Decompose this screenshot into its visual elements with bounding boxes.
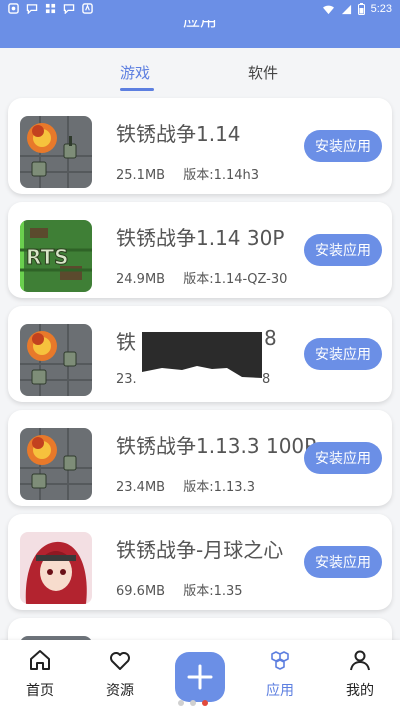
install-button[interactable]: 安装应用 (304, 546, 382, 578)
rusted-warfare-icon (20, 116, 92, 188)
app-name: 铁 (116, 330, 136, 354)
status-bar: 5:23 (0, 0, 400, 20)
list-item[interactable]: 铁锈战争1.14 25.1MB 版本:1.14h3 安装应用 (8, 98, 392, 194)
nav-label: 我的 (346, 683, 374, 699)
app-size: 69.6MB (116, 584, 166, 599)
list-item[interactable]: 铁锈战争-月球之心 69.6MB 版本:1.35 安装应用 (8, 514, 392, 610)
app-name: 铁锈战争1.13.3 100P (116, 434, 317, 458)
app-name-tail: 8 (264, 326, 277, 350)
message-icon (63, 4, 75, 14)
tab-software[interactable]: 软件 (248, 62, 278, 83)
nav-label: 应用 (266, 683, 294, 699)
app-name: 铁锈战争1.14 30P (116, 226, 285, 250)
add-button[interactable] (175, 652, 225, 702)
page-indicator (178, 700, 208, 706)
app-size: 23. (116, 372, 137, 387)
nav-apps[interactable]: 应用 (250, 648, 310, 700)
signal-icon (341, 4, 351, 14)
heart-icon (110, 652, 130, 670)
redaction-overlay (142, 332, 262, 386)
app-name: 铁锈战争-月球之心 (116, 538, 284, 562)
nav-label: 首页 (26, 683, 54, 699)
app-meta: 25.1MB 版本:1.14h3 (116, 164, 273, 183)
anime-girl-icon (20, 532, 92, 604)
app-version: 版本:1.35 (183, 584, 243, 599)
app-name: 铁锈战争1.14 (116, 122, 241, 146)
install-button[interactable]: 安装应用 (304, 442, 382, 474)
install-button[interactable]: 安装应用 (304, 130, 382, 162)
install-button[interactable]: 安装应用 (304, 338, 382, 370)
user-icon (350, 650, 370, 671)
active-tab-indicator (120, 88, 154, 91)
app-version: 版本:1.14-QZ-30 (183, 272, 288, 287)
app-meta: 23.4MB 版本:1.13.3 (116, 476, 269, 495)
nav-profile[interactable]: 我的 (330, 648, 390, 700)
home-icon (30, 650, 50, 670)
nav-resources[interactable]: 资源 (90, 648, 150, 700)
pager-dot-active (202, 700, 208, 706)
pager-dot (190, 700, 196, 706)
settings-icon (8, 3, 19, 14)
install-button[interactable]: 安装应用 (304, 234, 382, 266)
rusted-warfare-icon (20, 428, 92, 500)
wifi-icon (322, 5, 334, 14)
app-version: 8 (262, 372, 271, 387)
battery-icon (357, 3, 365, 15)
app-size: 25.1MB (116, 168, 166, 183)
rts-icon: RTS (20, 220, 92, 292)
hexagons-icon (271, 651, 289, 670)
svg-text:RTS: RTS (26, 245, 69, 269)
list-item[interactable] (8, 618, 392, 640)
list-item[interactable]: RTS 铁锈战争1.14 30P 24.9MB 版本:1.14-QZ-30 安装… (8, 202, 392, 298)
nav-home[interactable]: 首页 (10, 648, 70, 700)
app-icon (82, 3, 93, 14)
rusted-warfare-icon (20, 324, 92, 396)
category-tabs: 游戏 软件 (0, 48, 400, 94)
message-icon (26, 4, 38, 14)
tab-games[interactable]: 游戏 (120, 62, 150, 83)
app-meta: 24.9MB 版本:1.14-QZ-30 (116, 268, 301, 287)
plus-icon (187, 664, 213, 690)
nav-label: 资源 (106, 683, 134, 699)
app-version: 版本:1.14h3 (183, 168, 260, 183)
grid-icon (45, 3, 56, 14)
app-version: 版本:1.13.3 (183, 480, 255, 495)
pager-dot (178, 700, 184, 706)
app-meta: 69.6MB 版本:1.35 (116, 580, 257, 599)
app-size: 24.9MB (116, 272, 166, 287)
clock: 5:23 (370, 3, 392, 15)
app-size: 23.4MB (116, 480, 166, 495)
list-item[interactable]: 铁锈战争1.13.3 100P 23.4MB 版本:1.13.3 安装应用 (8, 410, 392, 506)
